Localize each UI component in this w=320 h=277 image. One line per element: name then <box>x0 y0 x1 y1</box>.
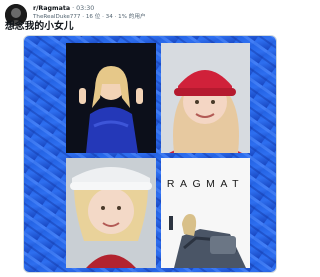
post-image[interactable]: RAGMAT <box>23 35 277 273</box>
photo-ragmata-poster[interactable]: RAGMAT <box>161 158 250 268</box>
photo-girl-white-hat[interactable] <box>66 158 156 268</box>
post-timestamp[interactable]: · 03:30 <box>72 5 94 12</box>
author-username[interactable]: r/Ragmata <box>33 5 70 12</box>
ragmata-logo: RAGMAT <box>167 178 244 190</box>
social-post: r/Ragmata · 03:30 TheRealDuke777 · 16 位 … <box>0 0 300 277</box>
photo-girl-blue-jacket[interactable] <box>66 43 156 153</box>
author-line: r/Ragmata · 03:30 <box>33 5 94 13</box>
post-text: 想念我的小女儿 <box>5 21 74 32</box>
author-meta: · 16 位 · 34 · 1% 的用户 <box>82 14 146 20</box>
photo-girl-red-hat[interactable] <box>161 43 250 153</box>
